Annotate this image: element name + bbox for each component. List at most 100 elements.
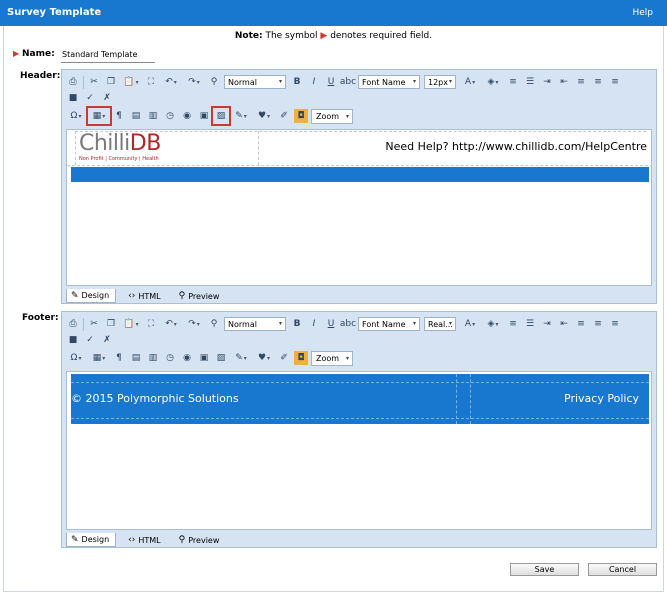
insert-date-icon[interactable]: ◷ (163, 351, 177, 365)
italic-icon[interactable]: I (307, 75, 321, 89)
select-all-icon[interactable]: ⛶ (144, 317, 158, 331)
highlight-icon[interactable]: ◈ (483, 317, 503, 331)
find-icon[interactable]: ⚲ (207, 317, 221, 331)
bullet-list-icon[interactable]: ☰ (523, 75, 537, 89)
align-center-icon[interactable]: ≡ (591, 317, 605, 331)
numbered-list-icon[interactable]: ≡ (506, 317, 520, 331)
table-icon[interactable]: ▦ (89, 351, 109, 365)
paste-icon[interactable]: 📋 (121, 75, 141, 89)
note-text-after: denotes required field. (327, 31, 433, 41)
page-properties-icon[interactable]: ▤ (129, 351, 143, 365)
insert-form-icon[interactable]: ▥ (146, 109, 160, 123)
outdent-icon[interactable]: ⇤ (557, 317, 571, 331)
insert-image-icon[interactable]: ▨ (214, 351, 228, 365)
cut-icon[interactable]: ✂ (87, 317, 101, 331)
align-right-icon[interactable]: ≡ (608, 317, 622, 331)
paragraph-icon[interactable]: ¶ (112, 109, 126, 123)
align-right-icon[interactable]: ≡ (608, 75, 622, 89)
font-color-icon[interactable]: A (460, 75, 480, 89)
underline-icon[interactable]: U (324, 75, 338, 89)
footer-canvas[interactable]: © 2015 Polymorphic Solutions Privacy Pol… (66, 371, 652, 530)
table-border (258, 131, 259, 165)
insert-link-icon[interactable]: ◉ (180, 109, 194, 123)
page-properties-icon[interactable]: ▤ (129, 109, 143, 123)
insert-form-icon[interactable]: ▥ (146, 351, 160, 365)
footer-tab-preview[interactable]: ⚲ Preview (175, 533, 226, 547)
styles-icon[interactable]: ♥ (254, 351, 274, 365)
spellcheck-icon[interactable]: ✓ (83, 91, 97, 105)
cancel-button[interactable]: Cancel (588, 563, 657, 576)
redo-icon[interactable]: ↷ (184, 75, 204, 89)
indent-icon[interactable]: ⇥ (540, 317, 554, 331)
format-painter-icon[interactable]: ✎ (231, 109, 251, 123)
justify-icon[interactable]: ■ (66, 333, 80, 347)
print-icon[interactable]: ⎙ (66, 75, 80, 89)
cut-icon[interactable]: ✂ (87, 75, 101, 89)
styles-icon[interactable]: ♥ (254, 109, 274, 123)
justify-icon[interactable]: ■ (66, 91, 80, 105)
indent-icon[interactable]: ⇥ (540, 75, 554, 89)
header-tab-design[interactable]: ✎ Design (66, 289, 117, 303)
align-center-icon[interactable]: ≡ (591, 75, 605, 89)
select-all-icon[interactable]: ⛶ (144, 75, 158, 89)
outdent-icon[interactable]: ⇤ (557, 75, 571, 89)
copy-icon[interactable]: ❐ (104, 317, 118, 331)
align-left-icon[interactable]: ≡ (574, 317, 588, 331)
font-name-select[interactable]: Font Name (358, 75, 420, 89)
insert-date-icon[interactable]: ◷ (163, 109, 177, 123)
insert-image-icon[interactable]: ▨ (211, 106, 231, 126)
insert-link-icon[interactable]: ◉ (180, 351, 194, 365)
footer-tab-design[interactable]: ✎ Design (66, 533, 117, 547)
underline-icon[interactable]: U (324, 317, 338, 331)
header-tab-preview[interactable]: ⚲ Preview (175, 289, 226, 303)
highlight-icon[interactable]: ◈ (483, 75, 503, 89)
copy-icon[interactable]: ❐ (104, 75, 118, 89)
special-character-icon[interactable]: Ω (66, 109, 86, 123)
bold-icon[interactable]: B (290, 75, 304, 89)
font-name-select[interactable]: Font Name (358, 317, 420, 331)
align-left-icon[interactable]: ≡ (574, 75, 588, 89)
paragraph-style-select[interactable]: Normal (224, 317, 286, 331)
edit-source-icon[interactable]: ✐ (277, 109, 291, 123)
italic-icon[interactable]: I (307, 317, 321, 331)
strikethrough-icon[interactable]: abc (340, 75, 356, 89)
format-painter-icon[interactable]: ✎ (231, 351, 251, 365)
find-icon[interactable]: ⚲ (207, 75, 221, 89)
numbered-list-icon[interactable]: ≡ (506, 75, 520, 89)
undo-icon[interactable]: ↶ (161, 75, 181, 89)
paragraph-style-select[interactable]: Normal (224, 75, 286, 89)
font-size-select[interactable]: Real... (424, 317, 456, 331)
footer-toolbar-row-1: ⎙ ✂ ❐ 📋 ⛶ ↶ ↷ ⚲ Normal B I U abc Font Na… (66, 315, 625, 333)
name-input[interactable] (61, 47, 155, 63)
paste-icon[interactable]: 📋 (121, 317, 141, 331)
zoom-select[interactable]: Zoom (311, 350, 353, 366)
font-size-select[interactable]: 12px (424, 75, 456, 89)
name-label: Name: (22, 49, 55, 59)
image-manager-icon[interactable]: ▣ (197, 351, 211, 365)
table-icon[interactable]: ▦ (86, 106, 112, 126)
print-icon[interactable]: ⎙ (66, 317, 80, 331)
edit-source-icon[interactable]: ✐ (277, 351, 291, 365)
footer-toolbar-row-3: Ω ▦ ¶ ▤ ▥ ◷ ◉ ▣ ▨ ✎ ♥ ✐ ◘ Zoom (66, 349, 353, 367)
spellcheck-icon[interactable]: ✓ (83, 333, 97, 347)
toggle-fullscreen-icon[interactable]: ◘ (294, 351, 308, 365)
help-link[interactable]: Help (632, 8, 653, 18)
bold-icon[interactable]: B (290, 317, 304, 331)
strikethrough-icon[interactable]: abc (340, 317, 356, 331)
bullet-list-icon[interactable]: ☰ (523, 317, 537, 331)
redo-icon[interactable]: ↷ (184, 317, 204, 331)
format-stripper-icon[interactable]: ✗ (100, 91, 114, 105)
image-manager-icon[interactable]: ▣ (197, 109, 211, 123)
special-character-icon[interactable]: Ω (66, 351, 86, 365)
header-canvas[interactable]: ChilliDB Non Profit | Community | Health… (66, 129, 652, 286)
font-color-icon[interactable]: A (460, 317, 480, 331)
undo-icon[interactable]: ↶ (161, 317, 181, 331)
footer-tab-html[interactable]: ‹› HTML (124, 533, 166, 547)
save-button[interactable]: Save (510, 563, 579, 576)
zoom-select[interactable]: Zoom (311, 108, 353, 124)
paragraph-icon[interactable]: ¶ (112, 351, 126, 365)
footer-toolbar-row-2: ■ ✓ ✗ (66, 331, 117, 349)
format-stripper-icon[interactable]: ✗ (100, 333, 114, 347)
header-tab-html[interactable]: ‹› HTML (124, 289, 166, 303)
toggle-fullscreen-icon[interactable]: ◘ (294, 109, 308, 123)
